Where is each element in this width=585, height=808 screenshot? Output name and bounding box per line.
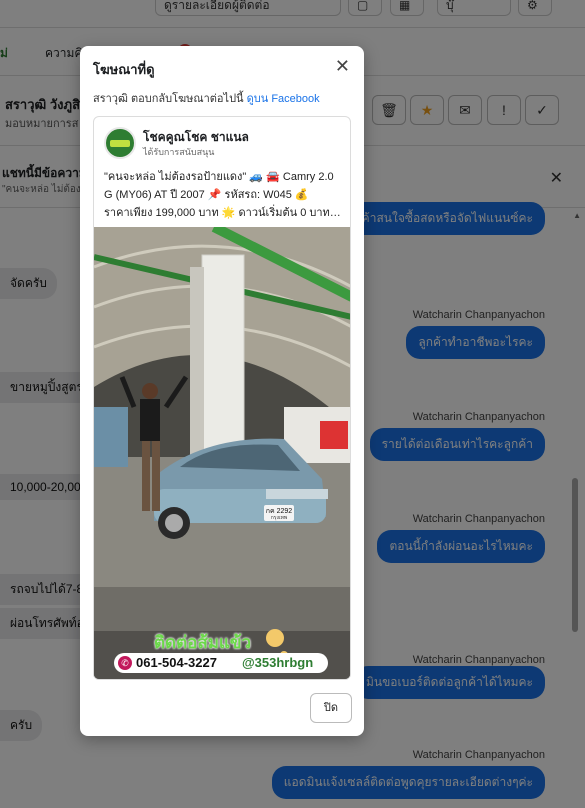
modal-subtitle: สราวุฒิ ตอบกลับโฆษณาต่อไปนี้ ดูบน Facebo… [93, 89, 320, 107]
contact-overlay-text: ติดต่อส้มแข้ว [154, 633, 252, 652]
ad-post-card: โชคคูณโชค ชาแนล ได้รับการสนับสนุน "คนจะห… [93, 116, 351, 680]
close-button[interactable]: ปิด [310, 693, 352, 723]
line-id: @353hrbgn [242, 655, 314, 670]
page-avatar [104, 127, 136, 159]
ad-video-thumbnail[interactable]: ติดต่อส้มแข้ว ✆ 061-504-3227 @353hrbgn ก… [94, 227, 350, 679]
caption-line: ราคาเพียง 199,000 บาท 🌟 ดาวน์เริ่มต้น 0 … [104, 207, 341, 219]
modal-title: โฆษณาที่ดู [93, 62, 155, 77]
view-on-facebook-link[interactable]: ดูบน Facebook [247, 93, 320, 105]
caption-line: "คนจะหล่อ ไม่ต้องรอป้ายแดง" 🚙 🚘 Camry 2.… [104, 171, 334, 183]
showroom-photo [94, 227, 350, 679]
plate-line-2: กรุงเทพ [270, 515, 288, 521]
phone-icon: ✆ [118, 656, 132, 670]
sponsored-label: ได้รับการสนับสนุน [143, 147, 215, 157]
ad-modal: โฆษณาที่ดู ✕ สราวุฒิ ตอบกลับโฆษณาต่อไปนี… [80, 46, 364, 736]
post-caption: "คนจะหล่อ ไม่ต้องรอป้ายแดง" 🚙 🚘 Camry 2.… [104, 168, 344, 222]
phone-number: 061-504-3227 [136, 655, 217, 670]
modal-subtitle-text: สราวุฒิ ตอบกลับโฆษณาต่อไปนี้ [93, 93, 244, 105]
close-icon[interactable]: ✕ [335, 57, 350, 75]
caption-line: G (MY06) AT ปี 2007 📌 รหัสรถ: W045 💰 [104, 189, 309, 201]
